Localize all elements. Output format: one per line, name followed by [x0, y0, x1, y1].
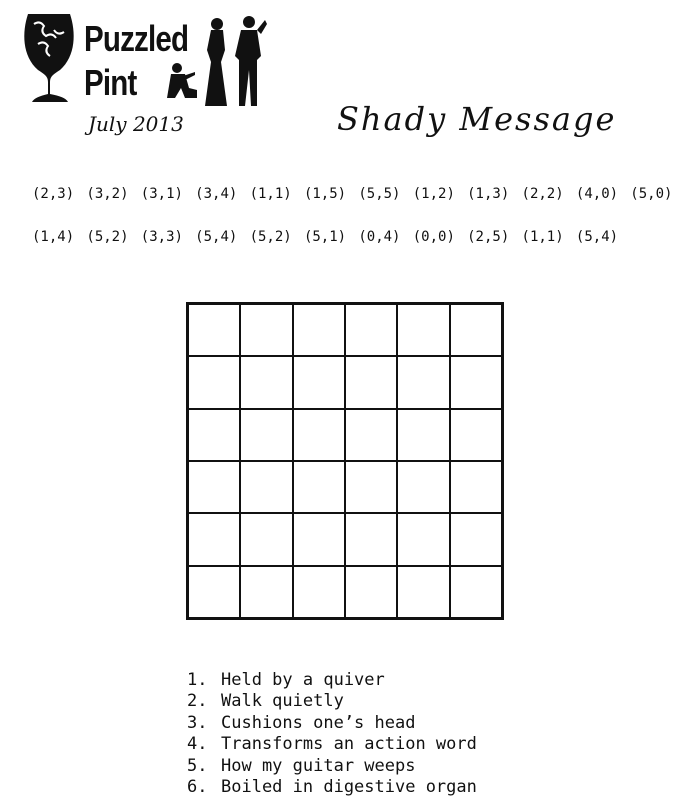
grid-cell[interactable]: [397, 565, 450, 618]
coordinate-pair: (5,2): [249, 229, 292, 245]
coordinate-pair: (5,4): [575, 229, 619, 245]
grid-cell[interactable]: [397, 356, 450, 409]
coordinate-pair: (0,0): [412, 229, 455, 245]
clue-number: 2.: [187, 691, 208, 712]
clue-text: How my guitar weeps: [221, 755, 416, 776]
coordinate-list-row-2: (1,4) (5,2) (3,3) (5,4) (5,2) (5,1) (0,4) (0,0)…: [32, 229, 630, 245]
grid-cell[interactable]: [344, 513, 398, 566]
clue-text: Held by a quiver: [221, 670, 385, 690]
grid-cell[interactable]: [188, 513, 241, 566]
logo-word-pint: Pint: [84, 62, 137, 103]
grid-cell[interactable]: [449, 513, 502, 566]
coordinate-pair: (5,5): [358, 186, 401, 202]
grid-cell[interactable]: [188, 304, 241, 357]
coordinate-pair: (3,2): [86, 186, 129, 202]
coordinate-pair: (2,3): [32, 186, 75, 202]
answer-grid: [186, 302, 504, 620]
grid-cell[interactable]: [240, 356, 293, 409]
clue-number: 6.: [187, 777, 208, 798]
puzzle-title: Shady Message: [337, 100, 617, 138]
grid-cell[interactable]: [188, 460, 241, 514]
grid-cell[interactable]: [449, 460, 502, 514]
coordinate-pair: (1,3): [467, 186, 510, 202]
grid-cell[interactable]: [292, 513, 345, 566]
grid-cell[interactable]: [292, 408, 345, 461]
grid-cell[interactable]: [397, 460, 450, 514]
coordinate-pair: (1,2): [412, 186, 455, 202]
coordinate-pair: (5,2): [86, 229, 129, 245]
grid-cell[interactable]: [240, 304, 293, 357]
clue-text: Cushions one’s head: [221, 712, 416, 733]
grid-cell[interactable]: [292, 565, 345, 618]
grid-cell[interactable]: [188, 408, 241, 461]
coordinate-pair: (3,1): [140, 186, 183, 202]
grid-cell[interactable]: [449, 304, 502, 357]
coordinate-pair: (1,5): [303, 186, 347, 202]
grid-cell[interactable]: [240, 460, 293, 514]
clue-number: 1.: [187, 670, 208, 690]
clue-number: 5.: [187, 755, 208, 776]
clue-item: 5. How my guitar weeps: [187, 756, 477, 777]
clue-text: Walk quietly: [221, 691, 344, 712]
clue-number: 4.: [187, 734, 208, 755]
grid-cell[interactable]: [344, 460, 398, 514]
clue-item: 6. Boiled in digestive organ: [187, 777, 477, 798]
puzzle-date: July 2013: [88, 112, 184, 136]
coordinate-pair: (1,1): [521, 229, 564, 245]
coordinate-pair: (3,4): [195, 186, 238, 202]
clue-text: Boiled in digestive organ: [221, 777, 477, 798]
grid-cell[interactable]: [292, 460, 345, 514]
clue-item: 2. Walk quietly: [187, 691, 477, 712]
grid-cell[interactable]: [397, 304, 450, 357]
coordinate-pair: (1,4): [32, 229, 75, 245]
clue-list: 1. Held by a quiver 2. Walk quietly 3. Cush…: [187, 670, 477, 798]
clue-item: 4. Transforms an action word: [187, 734, 477, 755]
silhouette-figures-icon: [167, 16, 267, 106]
coordinate-pair: (5,0): [630, 186, 673, 202]
grid-cell[interactable]: [292, 304, 345, 357]
grid-cell[interactable]: [344, 565, 398, 618]
grid-cell[interactable]: [188, 565, 241, 618]
grid-cell[interactable]: [240, 408, 293, 461]
wine-glass-puzzle-icon: [24, 14, 74, 102]
coordinate-pair: (4,0): [575, 186, 619, 202]
coordinate-pair: (5,1): [303, 229, 347, 245]
coordinate-pair: (5,4): [195, 229, 238, 245]
coordinate-pair: (1,1): [249, 186, 292, 202]
grid-cell[interactable]: [344, 304, 398, 357]
grid-cell[interactable]: [344, 408, 398, 461]
coordinate-pair: (2,2): [521, 186, 564, 202]
grid-cell[interactable]: [292, 356, 345, 409]
clue-text: Transforms an action word: [221, 734, 477, 755]
clue-item: 1. Held by a quiver: [187, 670, 477, 691]
grid-cell[interactable]: [397, 513, 450, 566]
clue-number: 3.: [187, 712, 208, 733]
clue-item: 3. Cushions one’s head: [187, 713, 477, 734]
coordinate-list-row-1: (2,3) (3,2) (3,1) (3,4) (1,1) (1,5) (5,5) (1,2)…: [32, 186, 685, 202]
grid-cell[interactable]: [344, 356, 398, 409]
grid-cell[interactable]: [449, 565, 502, 618]
grid-cell[interactable]: [188, 356, 241, 409]
grid-cell[interactable]: [240, 513, 293, 566]
grid-cell[interactable]: [397, 408, 450, 461]
coordinate-pair: (3,3): [140, 229, 183, 245]
grid-cell[interactable]: [449, 356, 502, 409]
puzzled-pint-logo: Puzzled Pint: [20, 10, 280, 110]
grid-cell[interactable]: [449, 408, 502, 461]
grid-cell[interactable]: [240, 565, 293, 618]
coordinate-pair: (0,4): [358, 229, 401, 245]
coordinate-pair: (2,5): [467, 229, 510, 245]
